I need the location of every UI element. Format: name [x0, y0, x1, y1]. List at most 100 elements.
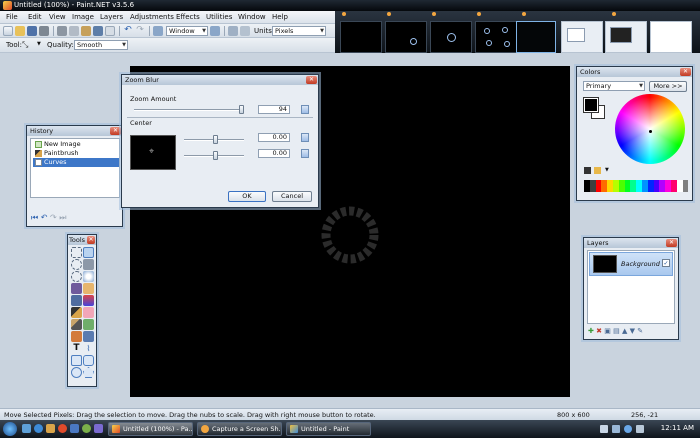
history-title[interactable]: History — [27, 126, 122, 136]
crop-icon[interactable] — [93, 26, 103, 36]
paintbrush-icon[interactable] — [71, 307, 82, 318]
image-tab-thumbnail[interactable] — [561, 21, 603, 53]
image-tab-thumbnail[interactable] — [650, 21, 692, 53]
image-tab-thumbnail[interactable] — [340, 21, 382, 53]
menu-image[interactable]: Image — [72, 13, 94, 21]
quick-launch-icon[interactable] — [70, 424, 79, 433]
fast-forward-icon[interactable]: ⏭ — [59, 213, 66, 222]
quality-dropdown[interactable]: Smooth ▼ — [74, 40, 128, 50]
save-icon[interactable] — [27, 26, 37, 36]
rounded-rectangle-icon[interactable] — [83, 355, 94, 366]
redo-icon[interactable]: ↷ — [50, 213, 57, 222]
cancel-button[interactable]: Cancel — [272, 191, 312, 202]
lasso-select-icon[interactable] — [71, 259, 82, 270]
zoom-amount-input[interactable]: 94 — [258, 105, 290, 114]
taskbar-button-paint[interactable]: Untitled - Paint — [286, 422, 371, 436]
tray-icon[interactable] — [600, 425, 608, 433]
zoom-amount-slider-track[interactable] — [134, 109, 242, 111]
ok-button[interactable]: OK — [228, 191, 266, 202]
move-selection-icon[interactable]: ⤡ — [22, 40, 32, 50]
image-tab-thumbnail-active[interactable] — [516, 21, 556, 53]
eraser-icon[interactable] — [83, 307, 94, 318]
close-icon[interactable]: ✕ — [306, 76, 317, 84]
move-pixels-icon[interactable] — [83, 259, 94, 270]
center-x-reset-button[interactable] — [301, 133, 309, 142]
move-layer-down-icon[interactable]: ▼ — [630, 327, 635, 335]
image-tab-thumbnail[interactable] — [385, 21, 427, 53]
image-tab-thumbnail[interactable] — [430, 21, 472, 53]
center-x-input[interactable]: 0.00 — [258, 133, 290, 142]
zoom-in-icon[interactable] — [210, 26, 220, 36]
history-item[interactable]: New Image — [33, 140, 119, 149]
menu-edit[interactable]: Edit — [28, 13, 42, 21]
taskbar-button-paintnet[interactable]: Untitled (100%) - Pa... — [108, 422, 193, 436]
ellipse-icon[interactable] — [71, 367, 82, 378]
window-dropdown[interactable]: Window ▼ — [166, 26, 208, 36]
palette-swatch[interactable] — [682, 180, 689, 192]
primary-secondary-dropdown[interactable]: Primary ▼ — [583, 81, 645, 91]
center-x-slider-thumb[interactable] — [213, 135, 218, 144]
redo-icon[interactable]: ↷ — [135, 26, 145, 36]
history-item[interactable]: Paintbrush — [33, 149, 119, 158]
zoom-amount-slider-thumb[interactable] — [239, 105, 244, 114]
menu-file[interactable]: File — [6, 13, 18, 21]
move-layer-up-icon[interactable]: ▲ — [622, 327, 627, 335]
color-picker-icon[interactable] — [83, 319, 94, 330]
paint-bucket-icon[interactable] — [71, 295, 82, 306]
gradient-icon[interactable] — [83, 295, 94, 306]
quick-launch-icon[interactable] — [94, 424, 103, 433]
quick-launch-icon[interactable] — [46, 424, 55, 433]
menu-effects[interactable]: Effects — [176, 13, 200, 21]
primary-color-swatch[interactable] — [583, 97, 599, 113]
tray-icon[interactable] — [636, 425, 644, 433]
color-wheel[interactable] — [615, 94, 685, 164]
grid-icon[interactable] — [228, 26, 238, 36]
cut-icon[interactable] — [57, 26, 67, 36]
start-orb-icon[interactable] — [3, 422, 17, 436]
center-picker[interactable]: ⌖ — [130, 135, 176, 170]
line-curve-icon[interactable]: ⌇ — [83, 343, 94, 354]
open-icon[interactable] — [15, 26, 25, 36]
zoom-amount-reset-button[interactable] — [301, 105, 309, 114]
more-button[interactable]: More >> — [649, 81, 687, 92]
menu-layers[interactable]: Layers — [100, 13, 123, 21]
menu-utilities[interactable]: Utilities — [206, 13, 232, 21]
colors-title[interactable]: Colors — [577, 67, 692, 77]
menu-window[interactable]: Window — [238, 13, 266, 21]
magic-wand-icon[interactable] — [71, 283, 82, 294]
image-tab-thumbnail[interactable] — [475, 21, 517, 53]
recolor-icon[interactable] — [83, 331, 94, 342]
duplicate-layer-icon[interactable]: ▣ — [604, 327, 611, 335]
close-icon[interactable]: ✕ — [87, 236, 95, 244]
quick-launch-icon[interactable] — [82, 424, 91, 433]
menu-help[interactable]: Help — [272, 13, 288, 21]
move-selection-icon[interactable] — [83, 247, 94, 258]
swap-colors-icon[interactable] — [594, 167, 601, 174]
taskbar-clock[interactable]: 12:11 AM — [661, 424, 694, 432]
new-image-icon[interactable] — [3, 26, 13, 36]
zoom-icon[interactable] — [153, 26, 163, 36]
print-icon[interactable] — [39, 26, 49, 36]
text-icon[interactable]: T — [71, 343, 82, 354]
menu-adjustments[interactable]: Adjustments — [130, 13, 174, 21]
ellipse-select-icon[interactable] — [71, 271, 82, 282]
center-y-input[interactable]: 0.00 — [258, 149, 290, 158]
units-dropdown[interactable]: Pixels ▼ — [272, 26, 326, 36]
close-icon[interactable]: ✕ — [666, 239, 677, 247]
layer-item[interactable]: Background ✓ — [589, 252, 673, 276]
layer-properties-icon[interactable]: ✎ — [637, 327, 643, 335]
history-item-selected[interactable]: Curves — [33, 158, 119, 167]
pan-icon[interactable] — [83, 283, 94, 294]
copy-icon[interactable] — [69, 26, 79, 36]
image-tab-thumbnail[interactable] — [605, 21, 647, 53]
ruler-icon[interactable] — [240, 26, 250, 36]
layers-title[interactable]: Layers — [584, 238, 678, 248]
center-y-slider-thumb[interactable] — [213, 151, 218, 160]
rewind-icon[interactable]: ⏮ — [31, 213, 38, 222]
undo-icon[interactable]: ↶ — [123, 26, 133, 36]
deselect-icon[interactable] — [105, 26, 115, 36]
zoom-icon[interactable] — [83, 271, 94, 282]
close-icon[interactable]: ✕ — [110, 127, 121, 135]
reset-colors-icon[interactable] — [584, 167, 591, 174]
menu-view[interactable]: View — [49, 13, 66, 21]
